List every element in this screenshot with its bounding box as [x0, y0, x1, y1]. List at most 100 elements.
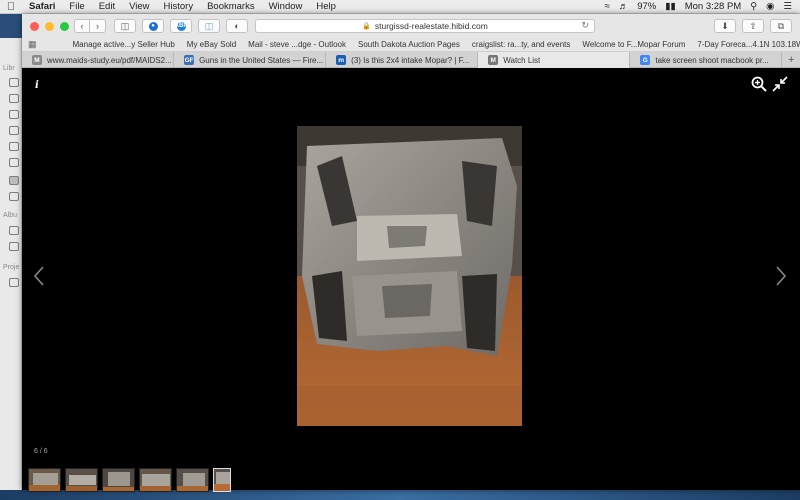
sidebar-places-icon[interactable]	[9, 142, 19, 151]
extension-icon: ●	[148, 21, 158, 31]
image-counter: 6 / 6	[34, 448, 48, 455]
tab-favicon: M	[488, 55, 499, 65]
top-sites-grid-icon[interactable]: ▦	[28, 39, 37, 50]
menu-bookmarks[interactable]: Bookmarks	[200, 1, 262, 12]
tab-watch-list[interactable]: M Watch List	[478, 52, 631, 68]
thumbnail-active[interactable]	[213, 468, 231, 492]
battery-percent[interactable]: 97%	[637, 1, 656, 12]
tab-favicon: G	[640, 55, 651, 65]
lock-icon: 🔒	[362, 23, 371, 30]
clock[interactable]: Mon 3:28 PM	[685, 1, 742, 12]
spotlight-search-icon[interactable]: ⚲	[750, 1, 757, 12]
thumbnail[interactable]	[28, 468, 61, 492]
sidebar-project-folder-icon[interactable]	[9, 278, 19, 287]
info-button[interactable]: i	[35, 80, 39, 91]
exit-fullscreen-icon[interactable]	[772, 76, 788, 92]
menu-window[interactable]: Window	[262, 1, 310, 12]
siri-icon[interactable]: ◉	[766, 1, 774, 12]
thumbnail[interactable]	[102, 468, 135, 492]
tab-overview-button[interactable]: ⧉	[770, 19, 792, 33]
back-button[interactable]: ‹	[74, 19, 90, 33]
bookmark-item[interactable]: Mail - steve ...dge - Outlook	[242, 40, 352, 49]
sidebar-imports-icon[interactable]	[9, 158, 19, 167]
tab-bar: M www.maids-study.eu/pdf/MAIDS2... GF Gu…	[22, 52, 800, 68]
menu-view[interactable]: View	[122, 1, 156, 12]
shopping-bag-icon: ◫	[204, 20, 214, 31]
sidebar-label-albums: Albu	[3, 212, 18, 219]
tab-title: Guns in the United States — Fire...	[199, 55, 324, 65]
bookmark-item[interactable]: South Dakota Auction Pages	[352, 40, 466, 49]
bookmark-item[interactable]: 7-Day Foreca...4.1N 103.18W	[691, 40, 800, 49]
tab-title: take screen shoot macbook pr...	[655, 55, 769, 65]
tab-favicon: M	[32, 55, 42, 65]
sidebar-trash-icon[interactable]	[9, 192, 19, 201]
notification-center-icon[interactable]: ☰	[783, 1, 792, 12]
battery-icon[interactable]: ▮▮	[665, 1, 675, 12]
forward-button[interactable]: ›	[90, 19, 106, 33]
main-photo-intake-manifold[interactable]	[297, 126, 522, 426]
background-window-sidebar: Libr Albu Proje	[0, 38, 22, 490]
menu-bar:  Safari File Edit View History Bookmark…	[0, 0, 800, 14]
sidebar-people-icon[interactable]	[9, 126, 19, 135]
adblock-icon: ABP	[174, 21, 188, 31]
sidebar-photos-icon[interactable]	[9, 78, 19, 87]
browser-toolbar: ‹ › ◫ ● ABP ◫ ◐ 🔒 sturgissd-realestate.h…	[22, 14, 800, 38]
next-image-chevron-icon[interactable]	[774, 265, 788, 287]
tab-title: Watch List	[503, 55, 541, 65]
downloads-button[interactable]: ⬇	[714, 19, 736, 33]
thumbnail[interactable]	[139, 468, 172, 492]
address-bar[interactable]: 🔒 sturgissd-realestate.hibid.com ↻	[255, 19, 595, 33]
bookmark-item[interactable]: Welcome to F...Mopar Forum	[576, 40, 691, 49]
zoom-window-button[interactable]	[60, 21, 69, 31]
new-tab-button[interactable]: +	[782, 52, 800, 67]
extension-button[interactable]: ●	[142, 19, 164, 33]
menu-file[interactable]: File	[62, 1, 91, 12]
window-controls	[22, 21, 74, 31]
share-button[interactable]: ⇧	[742, 19, 764, 33]
status-area: ≈ ♬ 97% ▮▮ Mon 3:28 PM ⚲ ◉ ☰	[605, 1, 800, 12]
shopping-extension-button[interactable]: ◫	[198, 19, 220, 33]
safari-window: ‹ › ◫ ● ABP ◫ ◐ 🔒 sturgissd-realestate.h…	[22, 14, 800, 492]
tab-mopar-forum[interactable]: m (3) Is this 2x4 intake Mopar? | F...	[326, 52, 479, 68]
bookmarks-bar: ▦ Manage active...y Seller Hub My eBay S…	[22, 38, 800, 52]
tab-maids-study[interactable]: M www.maids-study.eu/pdf/MAIDS2...	[22, 52, 175, 68]
sidebar-screenshot-icon[interactable]	[9, 176, 19, 185]
tab-guns-us[interactable]: GF Guns in the United States — Fire...	[174, 52, 327, 68]
bookmark-item[interactable]: My eBay Sold	[181, 40, 242, 49]
volume-icon[interactable]: ♬	[619, 1, 629, 12]
sidebar-label-library: Libr	[3, 65, 15, 72]
privacy-shield-button[interactable]: ◐	[226, 19, 248, 33]
thumbnail[interactable]	[176, 468, 209, 492]
bookmark-item[interactable]: craigslist: ra...ty, and events	[466, 40, 577, 49]
bookmark-item[interactable]: Manage active...y Seller Hub	[67, 40, 181, 49]
reload-icon[interactable]: ↻	[581, 20, 589, 31]
wifi-icon[interactable]: ≈	[605, 1, 610, 12]
previous-image-chevron-icon[interactable]	[32, 265, 46, 287]
sidebar-favorites-icon[interactable]	[9, 110, 19, 119]
tab-google-search[interactable]: G take screen shoot macbook pr...	[630, 52, 783, 68]
sidebar-memories-icon[interactable]	[9, 94, 19, 103]
sidebar-toggle-button[interactable]: ◫	[114, 19, 136, 33]
tab-favicon: GF	[184, 55, 195, 65]
url-text: sturgissd-realestate.hibid.com	[374, 21, 488, 31]
menu-history[interactable]: History	[157, 1, 201, 12]
minimize-window-button[interactable]	[45, 21, 54, 31]
zoom-in-icon[interactable]	[751, 76, 767, 92]
close-window-button[interactable]	[30, 21, 39, 31]
sidebar-album-folder-icon[interactable]	[9, 226, 19, 235]
sidebar-label-projects: Proje	[3, 264, 20, 271]
toolbar-right-group: ⬇ ⇧ ⧉	[714, 19, 792, 33]
shield-icon: ◐	[234, 21, 240, 31]
tab-favicon: m	[336, 55, 347, 65]
sidebar-album-folder-icon[interactable]	[9, 242, 19, 251]
adblock-button[interactable]: ABP	[170, 19, 192, 33]
image-lightbox: i 6 / 6	[22, 68, 800, 492]
menu-app-safari[interactable]: Safari	[22, 1, 62, 12]
thumbnail-strip	[28, 468, 231, 492]
tab-title: www.maids-study.eu/pdf/MAIDS2...	[47, 55, 172, 65]
apple-menu-icon[interactable]: 	[0, 1, 22, 13]
history-nav: ‹ ›	[74, 19, 106, 33]
thumbnail[interactable]	[65, 468, 98, 492]
menu-help[interactable]: Help	[309, 1, 343, 12]
menu-edit[interactable]: Edit	[92, 1, 122, 12]
